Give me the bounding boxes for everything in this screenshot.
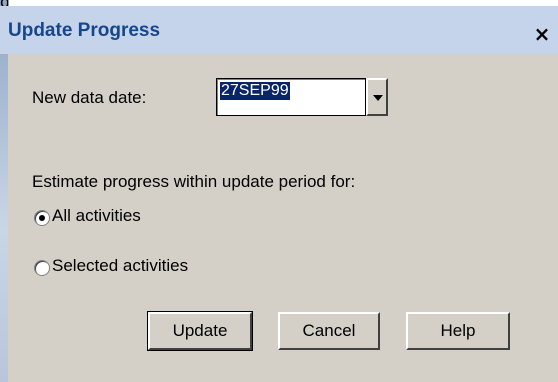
- new-data-date-label-text: New data date:: [32, 88, 147, 107]
- cancel-button[interactable]: Cancel: [278, 312, 380, 350]
- new-data-date-value: 27SEP99: [220, 82, 290, 100]
- update-progress-dialog: New data date: 27SEP99 Estimate progress…: [8, 54, 558, 382]
- chevron-down-icon: [373, 95, 383, 101]
- new-data-date-field[interactable]: 27SEP99: [216, 78, 366, 116]
- dialog-title: Update Progress: [8, 20, 161, 41]
- radio-selected-activities[interactable]: [34, 260, 50, 276]
- close-icon[interactable]: ×: [532, 24, 552, 44]
- radio-selected-dot: [39, 215, 45, 221]
- new-data-date-label: New data date:: [32, 88, 146, 108]
- estimate-progress-label: Estimate progress within update period f…: [32, 172, 356, 191]
- dialog-titlebar[interactable]: Update Progress ×: [0, 6, 558, 54]
- all-activities-label[interactable]: All activities: [52, 206, 141, 226]
- background-window-strip: [0, 0, 8, 382]
- update-button[interactable]: Update: [147, 311, 253, 351]
- radio-all-activities[interactable]: [34, 210, 50, 226]
- help-button[interactable]: Help: [406, 312, 510, 350]
- date-dropdown-button[interactable]: [366, 78, 388, 116]
- selected-activities-label[interactable]: Selected activities: [52, 256, 188, 276]
